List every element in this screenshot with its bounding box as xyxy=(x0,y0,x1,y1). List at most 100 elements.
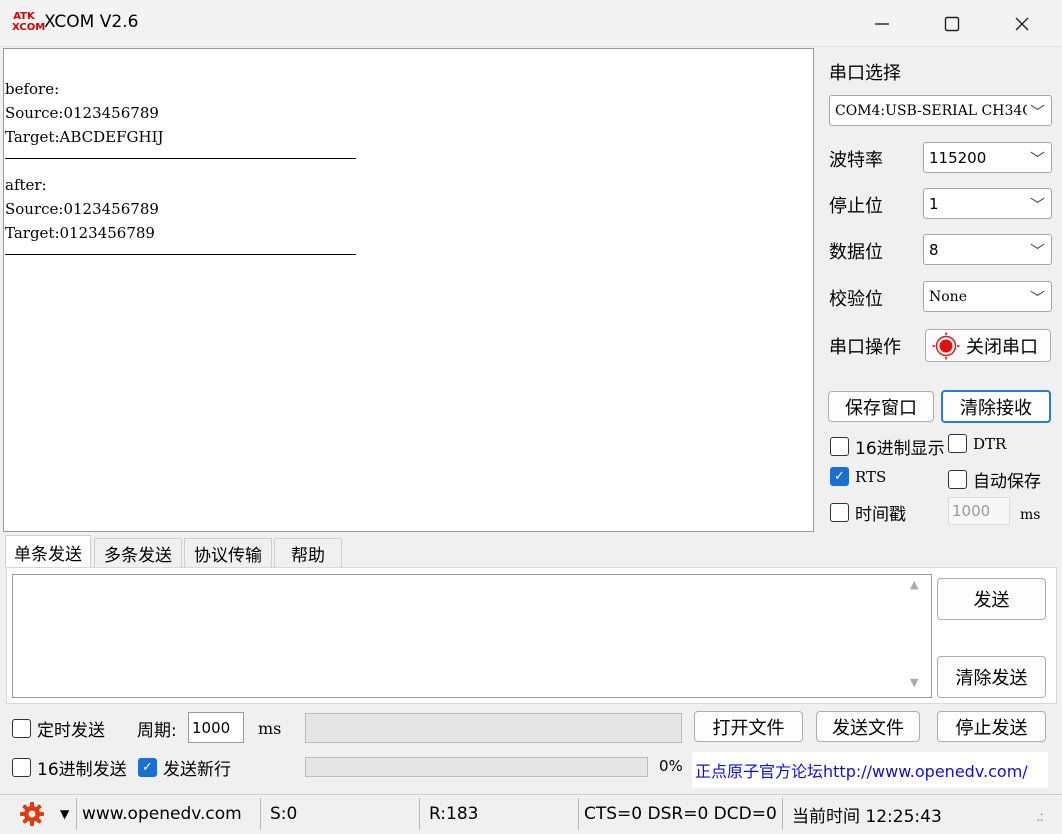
stop-bits-value: 1 xyxy=(929,194,939,213)
baud-rate-value: 115200 xyxy=(929,148,987,167)
receive-line: after: xyxy=(5,176,47,194)
baud-rate-select[interactable]: 115200 ﹀ xyxy=(923,142,1052,173)
dtr-label: DTR xyxy=(973,434,1007,453)
checkbox-box xyxy=(12,719,31,738)
rts-label: RTS xyxy=(855,467,887,486)
scroll-down-icon[interactable]: ▼ xyxy=(910,676,918,689)
port-operation-label: 串口操作 xyxy=(829,337,901,358)
stop-send-button[interactable]: 停止发送 xyxy=(937,711,1046,742)
auto-save-checkbox[interactable]: 自动保存 xyxy=(948,467,1041,492)
status-divider xyxy=(782,798,783,830)
port-select-value: COM4:USB-SERIAL CH34C xyxy=(835,102,1027,119)
parity-select[interactable]: None ﹀ xyxy=(923,281,1052,312)
send-progress-bar xyxy=(305,757,648,777)
settings-button[interactable] xyxy=(18,794,46,834)
hex-display-label: 16进制显示 xyxy=(855,439,945,459)
send-button[interactable]: 发送 xyxy=(937,578,1046,620)
timestamp-interval-input[interactable]: 1000 xyxy=(948,497,1010,525)
chevron-down-icon: ﹀ xyxy=(1029,196,1045,214)
receive-line: Target:ABCDEFGHIJ xyxy=(5,128,164,146)
timed-send-checkbox[interactable]: 定时发送 xyxy=(12,716,105,741)
tab-label: 单条发送 xyxy=(14,544,82,565)
send-file-label: 发送文件 xyxy=(832,717,904,739)
file-path-input[interactable] xyxy=(305,713,682,743)
progress-text: 0% xyxy=(659,757,683,775)
clear-send-button[interactable]: 清除发送 xyxy=(937,656,1046,698)
stop-send-label: 停止发送 xyxy=(955,717,1028,739)
window-title: XCOM V2.6 xyxy=(44,12,139,32)
clear-receive-button[interactable]: 清除接收 xyxy=(941,390,1051,423)
dropdown-arrow-icon: ▼ xyxy=(60,807,70,821)
forum-link[interactable]: 正点原子官方论坛http://www.openedv.com/ xyxy=(692,752,1048,788)
tab-multi-send[interactable]: 多条发送 xyxy=(94,538,182,568)
send-newline-label: 发送新行 xyxy=(163,760,231,780)
close-port-label: 关闭串口 xyxy=(966,336,1038,358)
send-newline-checkbox[interactable]: ✓ 发送新行 xyxy=(138,755,231,780)
line-status: CTS=0 DSR=0 DCD=0 xyxy=(584,804,777,824)
atk-xcom-logo-icon: ATK XCOM xyxy=(12,11,46,33)
tab-help[interactable]: 帮助 xyxy=(274,538,342,568)
baud-rate-label: 波特率 xyxy=(829,150,883,171)
clear-receive-label: 清除接收 xyxy=(960,397,1032,419)
chevron-down-icon: ﹀ xyxy=(1029,103,1045,121)
checkmark-icon: ✓ xyxy=(138,758,157,777)
status-divider xyxy=(260,798,261,830)
rts-checkbox[interactable]: ✓ RTS xyxy=(830,467,886,486)
separator-line xyxy=(5,158,356,159)
port-select[interactable]: COM4:USB-SERIAL CH34C ﹀ xyxy=(829,95,1052,126)
period-value: 1000 xyxy=(192,718,231,737)
sent-count: S:0 xyxy=(270,804,298,824)
resize-grip-icon[interactable]: ⠠ ⠤ xyxy=(1036,807,1044,824)
forum-link-text: 正点原子官方论坛http://www.openedv.com/ xyxy=(695,762,1028,781)
maximize-button[interactable] xyxy=(918,0,986,47)
checkmark-icon: ✓ xyxy=(830,467,849,486)
tab-label: 多条发送 xyxy=(104,546,172,566)
parity-label: 校验位 xyxy=(829,289,883,310)
parity-value: None xyxy=(929,288,967,305)
tab-protocol-transfer[interactable]: 协议传输 xyxy=(184,538,272,568)
send-textarea[interactable] xyxy=(12,574,932,698)
status-divider xyxy=(419,798,420,830)
stop-bits-select[interactable]: 1 ﹀ xyxy=(923,188,1052,219)
hex-display-checkbox[interactable]: 16进制显示 xyxy=(830,434,945,459)
timestamp-unit: ms xyxy=(1020,507,1041,523)
stop-bits-label: 停止位 xyxy=(829,196,883,217)
close-button[interactable] xyxy=(988,0,1056,47)
send-scrollbar[interactable]: ▲ ▼ xyxy=(906,576,930,696)
send-file-button[interactable]: 发送文件 xyxy=(816,711,920,742)
save-window-label: 保存窗口 xyxy=(845,397,917,419)
save-window-button[interactable]: 保存窗口 xyxy=(828,391,934,422)
close-icon xyxy=(1015,17,1029,30)
data-bits-select[interactable]: 8 ﹀ xyxy=(923,234,1052,265)
data-bits-value: 8 xyxy=(929,240,939,259)
settings-dropdown[interactable]: ▼ xyxy=(60,794,69,834)
timed-send-label: 定时发送 xyxy=(37,721,105,741)
period-label: 周期: xyxy=(137,721,177,741)
send-label: 发送 xyxy=(973,590,1010,611)
hex-send-checkbox[interactable]: 16进制发送 xyxy=(12,755,127,780)
minimize-button[interactable] xyxy=(848,0,916,47)
scroll-up-icon[interactable]: ▲ xyxy=(910,578,918,591)
timestamp-checkbox[interactable]: 时间戳 xyxy=(830,500,906,525)
timestamp-label: 时间戳 xyxy=(855,505,906,525)
status-divider xyxy=(76,798,77,830)
chevron-down-icon: ﹀ xyxy=(1029,289,1045,307)
chevron-down-icon: ﹀ xyxy=(1029,150,1045,168)
receive-line: Target:0123456789 xyxy=(5,224,155,242)
checkbox-box xyxy=(948,434,967,453)
receive-line: Source:0123456789 xyxy=(5,200,159,218)
auto-save-label: 自动保存 xyxy=(973,472,1041,492)
minimize-icon xyxy=(875,22,889,25)
tab-single-send[interactable]: 单条发送 xyxy=(5,535,91,568)
open-file-label: 打开文件 xyxy=(712,717,785,739)
receive-textarea[interactable]: before: Source:0123456789 Target:ABCDEFG… xyxy=(3,48,814,532)
chevron-down-icon: ﹀ xyxy=(1029,242,1045,260)
red-led-icon xyxy=(932,332,960,359)
open-file-button[interactable]: 打开文件 xyxy=(694,711,803,742)
close-port-button[interactable]: 关闭串口 xyxy=(925,329,1051,362)
website-link[interactable]: www.openedv.com xyxy=(82,794,242,834)
dtr-checkbox[interactable]: DTR xyxy=(948,434,1006,453)
timestamp-interval-value: 1000 xyxy=(952,502,991,520)
period-input[interactable]: 1000 xyxy=(188,712,244,743)
checkbox-box xyxy=(830,437,849,456)
